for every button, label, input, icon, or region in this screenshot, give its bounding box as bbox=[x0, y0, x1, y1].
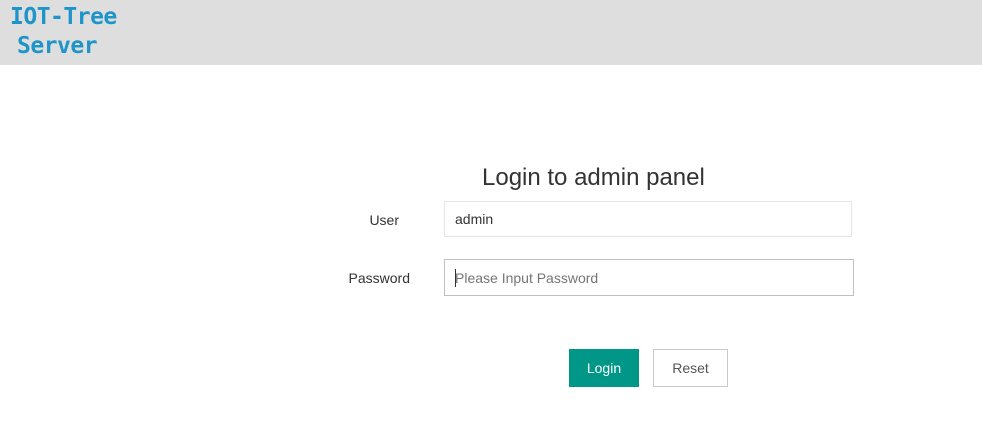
password-input[interactable] bbox=[444, 259, 854, 296]
app-logo: IOT-Tree Server bbox=[10, 3, 117, 61]
text-caret bbox=[455, 269, 456, 287]
reset-button[interactable]: Reset bbox=[653, 349, 728, 387]
logo-line1: IOT-Tree bbox=[10, 4, 117, 30]
password-label: Password bbox=[348, 270, 410, 286]
user-input[interactable] bbox=[444, 201, 852, 237]
login-title: Login to admin panel bbox=[482, 164, 705, 191]
top-header: IOT-Tree Server bbox=[0, 0, 982, 65]
logo-line2: Server bbox=[17, 33, 98, 59]
user-label: User bbox=[369, 212, 399, 228]
login-button[interactable]: Login bbox=[569, 349, 639, 387]
